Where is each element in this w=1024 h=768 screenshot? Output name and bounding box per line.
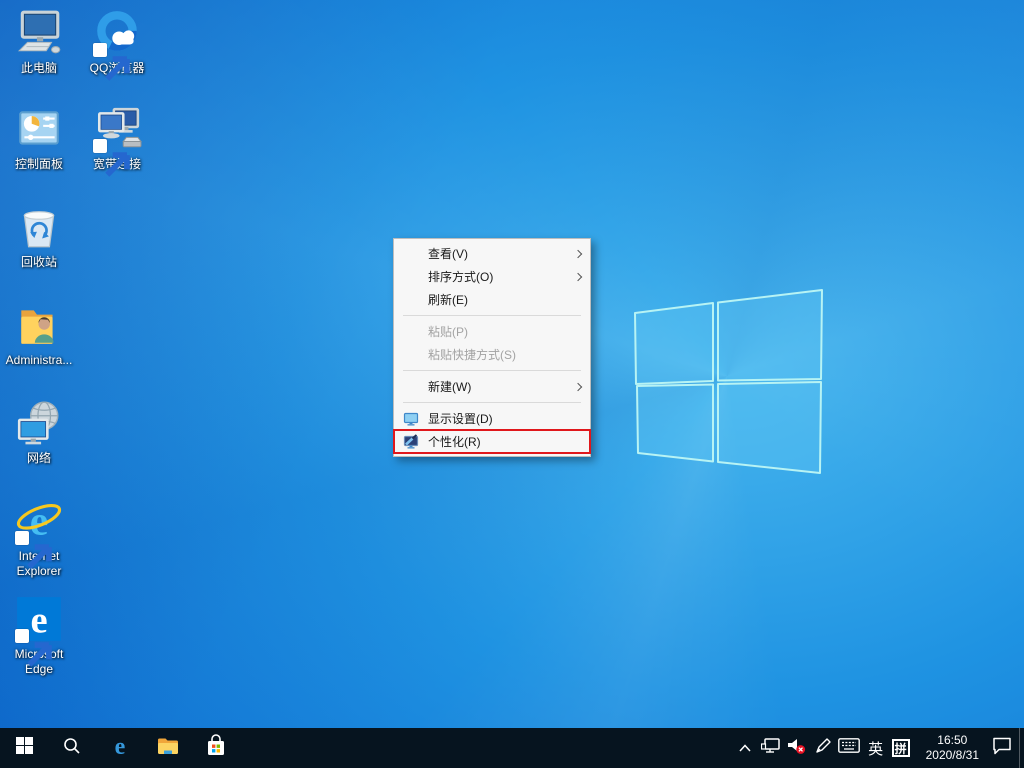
hidden-icons-button[interactable] — [732, 728, 758, 768]
system-tray: 英 拼 16:50 2020/8/31 — [732, 728, 1024, 768]
network-tray-button[interactable] — [758, 728, 784, 768]
file-explorer-icon — [156, 734, 180, 763]
menu-item-new[interactable]: 新建(W) — [394, 375, 590, 398]
desktop-icon-label: 控制面板 — [1, 157, 77, 172]
windows-logo-wallpaper — [630, 286, 826, 478]
action-center-button[interactable] — [989, 728, 1015, 768]
volume-muted-icon — [787, 737, 806, 760]
desktop-icon-label: Administra... — [1, 353, 77, 368]
ime-language-indicator[interactable]: 英 — [862, 738, 890, 759]
windows-ink-button[interactable] — [810, 728, 836, 768]
user-folder-icon — [14, 337, 64, 354]
shortcut-arrow-icon — [15, 531, 29, 545]
menu-item-sort-by[interactable]: 排序方式(O) — [394, 265, 590, 288]
desktop-icon-label: 此电脑 — [1, 61, 77, 76]
this-pc-icon — [14, 45, 64, 62]
taskbar-clock[interactable]: 16:50 2020/8/31 — [916, 733, 989, 763]
action-center-icon — [992, 737, 1012, 760]
svg-text:e: e — [115, 734, 126, 759]
submenu-arrow-icon — [574, 382, 582, 390]
desktop-context-menu: 查看(V) 排序方式(O) 刷新(E) 粘贴(P) 粘贴快捷方式(S) 新建(W… — [393, 238, 591, 457]
taskbar-edge-button[interactable]: e — [96, 728, 144, 768]
desktop-icon-label: 回收站 — [1, 255, 77, 270]
search-icon — [63, 737, 81, 760]
desktop-icon-internet-explorer[interactable]: e Internet Explorer — [1, 496, 77, 579]
menu-separator — [403, 402, 581, 403]
shortcut-arrow-icon — [93, 43, 107, 57]
desktop-icon-administrator-folder[interactable]: Administra... — [1, 300, 77, 368]
network-icon — [14, 435, 64, 452]
network-ethernet-icon — [761, 737, 780, 759]
taskbar-file-explorer-button[interactable] — [144, 728, 192, 768]
menu-item-personalize[interactable]: 个性化(R) — [394, 430, 590, 453]
menu-item-display-settings[interactable]: 显示设置(D) — [394, 407, 590, 430]
submenu-arrow-icon — [574, 249, 582, 257]
submenu-arrow-icon — [574, 272, 582, 280]
pen-icon — [814, 737, 832, 760]
menu-item-paste: 粘贴(P) — [394, 320, 590, 343]
control-panel-icon — [14, 141, 64, 158]
edge-icon: e — [107, 733, 133, 764]
desktop-icon-microsoft-edge[interactable]: e Microsoft Edge — [1, 594, 77, 677]
search-button[interactable] — [48, 728, 96, 768]
taskbar-store-button[interactable] — [192, 728, 240, 768]
ime-mode-indicator[interactable]: 拼 — [892, 739, 910, 757]
desktop-icon-qq-browser[interactable]: QQ浏览器 — [79, 8, 155, 76]
chevron-up-icon — [739, 739, 751, 757]
shortcut-arrow-icon — [93, 139, 107, 153]
start-button[interactable] — [0, 728, 48, 768]
desktop-icon-recycle-bin[interactable]: 回收站 — [1, 202, 77, 270]
clock-time: 16:50 — [926, 733, 979, 748]
show-desktop-button[interactable] — [1019, 728, 1024, 768]
personalization-icon — [394, 434, 428, 450]
display-settings-icon — [394, 411, 428, 427]
recycle-bin-icon — [14, 239, 64, 256]
volume-tray-button[interactable] — [784, 728, 810, 768]
microsoft-store-icon — [204, 734, 228, 763]
menu-item-refresh[interactable]: 刷新(E) — [394, 288, 590, 311]
taskbar: e — [0, 728, 1024, 768]
windows-start-icon — [16, 737, 33, 759]
clock-date: 2020/8/31 — [926, 748, 979, 763]
desktop-icon-label: 网络 — [1, 451, 77, 466]
menu-separator — [403, 315, 581, 316]
desktop-icon-this-pc[interactable]: 此电脑 — [1, 8, 77, 76]
desktop-icon-control-panel[interactable]: 控制面板 — [1, 104, 77, 172]
menu-separator — [403, 370, 581, 371]
shortcut-arrow-icon — [15, 629, 29, 643]
menu-item-paste-shortcut: 粘贴快捷方式(S) — [394, 343, 590, 366]
touch-keyboard-button[interactable] — [836, 728, 862, 768]
menu-item-view[interactable]: 查看(V) — [394, 242, 590, 265]
desktop-icon-network[interactable]: 网络 — [1, 398, 77, 466]
desktop-icon-broadband[interactable]: 宽带连接 — [79, 104, 155, 172]
keyboard-icon — [838, 738, 860, 758]
